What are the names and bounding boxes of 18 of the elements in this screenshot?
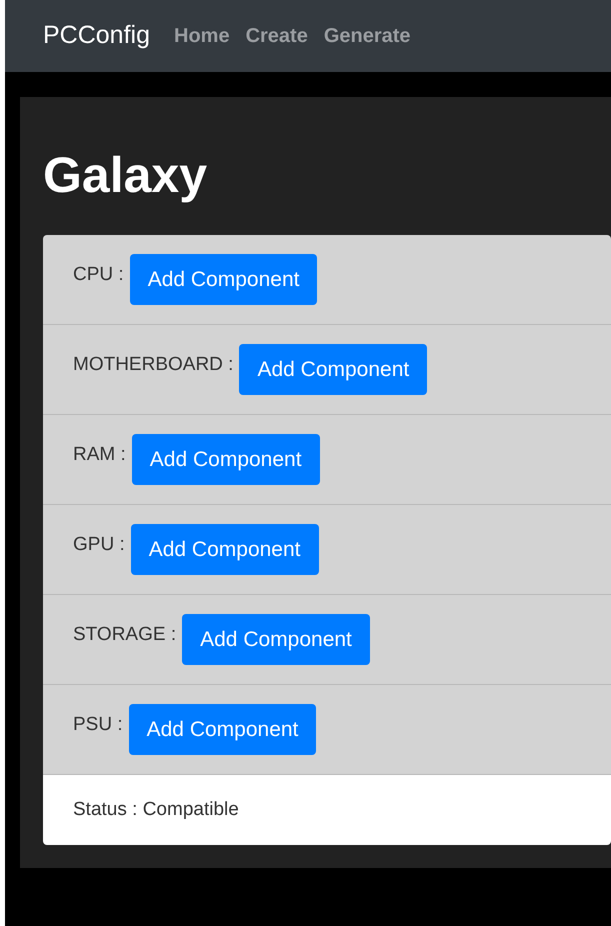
component-label: CPU :	[73, 263, 124, 288]
add-component-button[interactable]: Add Component	[128, 704, 316, 756]
component-label: GPU :	[73, 533, 125, 558]
nav-link[interactable]: Home	[174, 21, 230, 51]
add-component-button[interactable]: Add Component	[239, 344, 428, 396]
add-component-button[interactable]: Add Component	[130, 524, 319, 576]
add-component-button[interactable]: Add Component	[130, 254, 318, 306]
component-label: RAM :	[73, 443, 126, 468]
nav-link[interactable]: Create	[246, 21, 308, 51]
build-title: Galaxy	[43, 146, 208, 205]
component-label: PSU :	[73, 713, 123, 738]
component-label: MOTHERBOARD :	[73, 353, 234, 378]
brand-logo[interactable]: PCConfig	[43, 17, 150, 55]
nav-link[interactable]: Generate	[324, 21, 411, 51]
status-text: Status : Compatible	[73, 798, 239, 822]
add-component-button[interactable]: Add Component	[132, 434, 320, 486]
add-component-button[interactable]: Add Component	[182, 614, 370, 666]
component-label: STORAGE :	[73, 623, 176, 648]
